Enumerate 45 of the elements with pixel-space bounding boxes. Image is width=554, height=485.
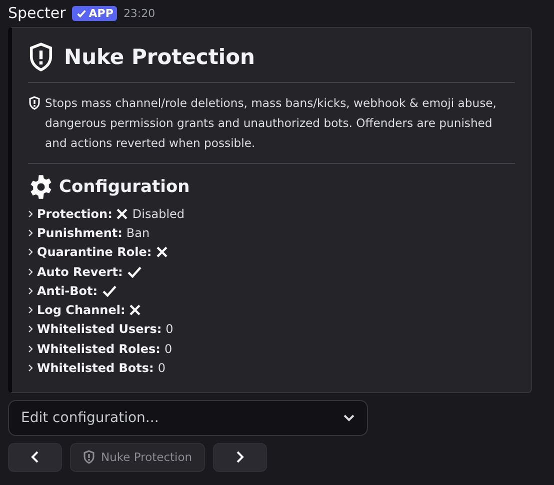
cross-icon <box>129 304 142 316</box>
cross-icon <box>116 208 128 220</box>
setting-value: Disabled <box>132 206 185 221</box>
embed-title: Nuke Protection <box>64 45 255 69</box>
setting-label: Protection: <box>37 206 112 221</box>
embed-description: Stops mass channel/role deletions, mass bans/kicks, webhook & emoji abuse, dangerous permission grants and unauthorized bots. Offenders are punished and actions reverted when possible. <box>45 95 498 152</box>
chevron-right-icon <box>236 451 244 464</box>
setting-label: Whitelisted Roles: <box>37 342 160 356</box>
shield-alert-icon <box>28 96 41 110</box>
timestamp: 23:20 <box>123 6 156 20</box>
cross-icon <box>156 246 168 258</box>
chevron-icon <box>28 268 33 276</box>
setting-value: 0 <box>166 322 174 336</box>
check-icon <box>126 266 142 278</box>
setting-label: Punishment: <box>37 226 122 240</box>
section-title: Configuration <box>59 177 190 197</box>
chevron-icon <box>28 306 33 314</box>
setting-label: Auto Revert: <box>37 264 123 279</box>
setting-label: Anti-Bot: <box>37 284 98 298</box>
setting-value: Ban <box>126 226 150 240</box>
chevron-left-icon <box>31 451 39 464</box>
app-badge: APP <box>72 6 118 20</box>
check-icon <box>102 284 117 297</box>
chevron-icon <box>28 325 33 334</box>
setting-value: 0 <box>158 361 166 376</box>
chevron-icon <box>28 248 33 256</box>
setting-label: Whitelisted Bots: <box>37 361 154 376</box>
select-dropdown[interactable]: Edit configuration... <box>8 400 368 436</box>
setting-value: 0 <box>164 342 172 356</box>
shield-alert-icon <box>83 450 95 464</box>
shield-alert-icon <box>28 42 54 72</box>
gear-icon <box>28 174 54 200</box>
chevron-icon <box>28 228 33 237</box>
previous-button[interactable] <box>8 442 62 472</box>
setting-label: Quarantine Role: <box>37 245 152 260</box>
select-placeholder: Edit configuration... <box>21 410 159 426</box>
author-name[interactable]: Specter <box>8 4 66 22</box>
chevron-icon <box>28 286 33 295</box>
chevron-down-icon <box>343 414 355 422</box>
setting-label: Log Channel: <box>37 303 126 318</box>
chevron-icon <box>28 210 33 218</box>
chevron-icon <box>28 364 33 372</box>
setting-label: Whitelisted Users: <box>37 322 162 336</box>
next-button[interactable] <box>213 442 268 472</box>
chevron-icon <box>28 344 33 353</box>
